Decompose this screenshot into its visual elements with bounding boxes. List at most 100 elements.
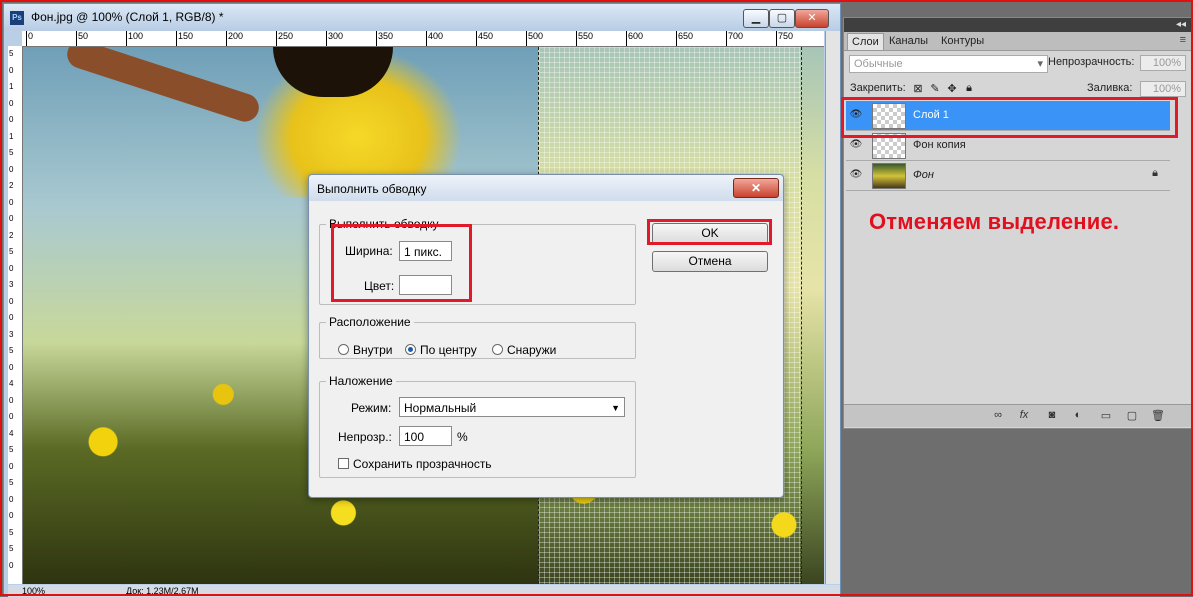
trash-icon[interactable]: 🗑︎ <box>1150 409 1166 422</box>
ruler-tick-label: 1 <box>9 82 14 91</box>
vertical-ruler[interactable]: 5 0 1 0 0 1 5 0 2 0 0 2 5 0 3 0 0 3 5 0 4 0 0 4 5 0 5 0 0 5 5 0 <box>8 46 23 584</box>
ruler-tick <box>376 31 377 46</box>
tab-paths[interactable]: Контуры <box>937 33 988 49</box>
radio-inside-label[interactable]: Внутри <box>353 343 393 357</box>
ruler-tick-label: 150 <box>178 31 194 41</box>
ruler-tick-label: 5 <box>9 148 14 157</box>
ruler-tick <box>676 31 677 46</box>
tab-channels[interactable]: Каналы <box>885 33 932 49</box>
dialog-titlebar[interactable]: Выполнить обводку ✕ <box>309 175 783 201</box>
close-window-button[interactable]: ✕ <box>795 9 829 28</box>
opacity-label: Непрозр.: <box>338 430 392 444</box>
eye-icon[interactable]: 👁︎ <box>848 167 864 183</box>
ruler-tick-label: 4 <box>9 428 14 438</box>
blend-mode-value: Обычные <box>854 58 903 70</box>
radio-center[interactable] <box>405 344 416 355</box>
ruler-tick-label: 250 <box>278 31 294 41</box>
radio-outside[interactable] <box>492 344 503 355</box>
ruler-tick-label: 0 <box>9 115 14 124</box>
layer-thumbnail <box>872 163 906 189</box>
status-bar: 100% Док: 1,23M/2,67M <box>8 585 840 597</box>
preserve-transparency-checkbox[interactable] <box>338 458 349 469</box>
percent-label: % <box>457 430 468 444</box>
ruler-tick-label: 650 <box>678 31 694 41</box>
layer-name: Фон <box>913 169 934 181</box>
zoom-level[interactable]: 100% <box>22 585 45 597</box>
preserve-transparency-label[interactable]: Сохранить прозрачность <box>353 457 492 471</box>
ruler-tick-label: 600 <box>628 31 644 41</box>
ruler-tick <box>426 31 427 46</box>
mask-icon[interactable]: ◙ <box>1044 409 1060 421</box>
ruler-tick <box>476 31 477 46</box>
radio-center-label[interactable]: По центру <box>420 343 477 357</box>
lock-position-icon[interactable]: ✥ <box>946 82 958 95</box>
lock-image-icon[interactable]: ✎ <box>929 82 941 95</box>
new-layer-icon[interactable]: ▢ <box>1124 409 1140 422</box>
padlock-icon: 🔒︎ <box>1152 167 1158 179</box>
ruler-tick-label: 0 <box>9 164 14 174</box>
panel-menu-icon[interactable]: ≡ <box>1180 34 1186 46</box>
ruler-tick <box>626 31 627 46</box>
ruler-tick-label: 0 <box>9 362 14 372</box>
radio-inside[interactable] <box>338 344 349 355</box>
minimize-button[interactable]: ▁ <box>743 9 769 28</box>
opacity-field[interactable]: 100% <box>1140 55 1186 71</box>
radio-outside-label[interactable]: Снаружи <box>507 343 556 357</box>
ruler-tick <box>276 31 277 46</box>
doc-size-info[interactable]: Док: 1,23M/2,67M <box>126 585 199 597</box>
ruler-tick-label: 300 <box>328 31 344 41</box>
ruler-tick-label: 5 <box>9 527 14 537</box>
lock-label: Закрепить: <box>850 82 906 94</box>
ruler-tick-label: 550 <box>578 31 594 41</box>
ruler-tick-label: 0 <box>9 65 14 75</box>
blend-group-legend: Наложение <box>329 374 393 388</box>
ok-highlight-box <box>647 219 772 245</box>
tab-layers[interactable]: Слои <box>847 33 884 50</box>
horizontal-ruler[interactable]: 0 50 100 150 200 250 300 350 400 450 500 550 600 650 7… <box>22 31 824 47</box>
ruler-tick-label: 100 <box>128 31 144 41</box>
ruler-tick-label: 200 <box>228 31 244 41</box>
opacity-input[interactable]: 100 <box>399 426 452 446</box>
ruler-tick-label: 4 <box>9 379 14 388</box>
document-titlebar[interactable]: Ps Фон.jpg @ 100% (Слой 1, RGB/8) * ▁ ▢ … <box>4 4 840 31</box>
lock-all-icon[interactable]: 🔒︎ <box>963 82 975 95</box>
mode-select[interactable]: Нормальный ▼ <box>399 397 625 417</box>
chevron-down-icon: ▾ <box>1037 58 1043 70</box>
fx-icon[interactable]: fx <box>1016 409 1032 421</box>
ruler-tick <box>226 31 227 46</box>
ruler-tick <box>526 31 527 46</box>
blend-mode-select[interactable]: Обычные ▾ <box>849 55 1048 73</box>
ruler-tick <box>76 31 77 46</box>
ruler-tick-label: 450 <box>478 31 494 41</box>
ruler-tick-label: 3 <box>9 329 14 339</box>
layer-row-fon[interactable]: 👁︎ Фон 🔒︎ <box>846 161 1170 191</box>
dialog-close-button[interactable]: ✕ <box>733 178 779 198</box>
ruler-tick-label: 5 <box>9 445 14 454</box>
lock-transparency-icon[interactable]: ⊠ <box>912 82 924 95</box>
link-icon[interactable]: ∞ <box>990 409 1006 421</box>
chevron-down-icon: ▼ <box>611 403 620 413</box>
ruler-tick-label: 2 <box>9 230 14 240</box>
ruler-tick-label: 5 <box>9 478 14 487</box>
vertical-scrollbar[interactable] <box>825 31 840 584</box>
collapse-panel-icon[interactable]: ◂◂ <box>1176 18 1186 32</box>
ruler-tick-label: 0 <box>9 214 14 223</box>
folder-icon[interactable]: ▭ <box>1098 409 1114 422</box>
ruler-tick <box>776 31 777 46</box>
annotation-text: Отменяем выделение. <box>869 209 1120 234</box>
ruler-tick-label: 400 <box>428 31 444 41</box>
eye-icon[interactable]: 👁︎ <box>848 137 864 153</box>
ruler-tick-label: 5 <box>9 346 14 355</box>
ruler-tick-label: 0 <box>9 313 14 322</box>
panel-header-strip[interactable]: ◂◂ <box>844 18 1192 32</box>
adjustment-icon[interactable]: ◐ <box>1070 409 1086 421</box>
ruler-tick <box>726 31 727 46</box>
cancel-button[interactable]: Отмена <box>652 251 768 272</box>
panel-bottom-toolbar: ∞ fx ◙ ◐ ▭ ▢ 🗑︎ <box>844 404 1192 427</box>
ruler-tick-label: 0 <box>9 98 14 108</box>
fill-field[interactable]: 100% <box>1140 81 1186 97</box>
layer-highlight-box <box>841 97 1178 138</box>
opacity-label: Непрозрачность: <box>1048 56 1135 68</box>
ruler-tick-label: 350 <box>378 31 394 41</box>
maximize-button[interactable]: ▢ <box>769 9 795 28</box>
